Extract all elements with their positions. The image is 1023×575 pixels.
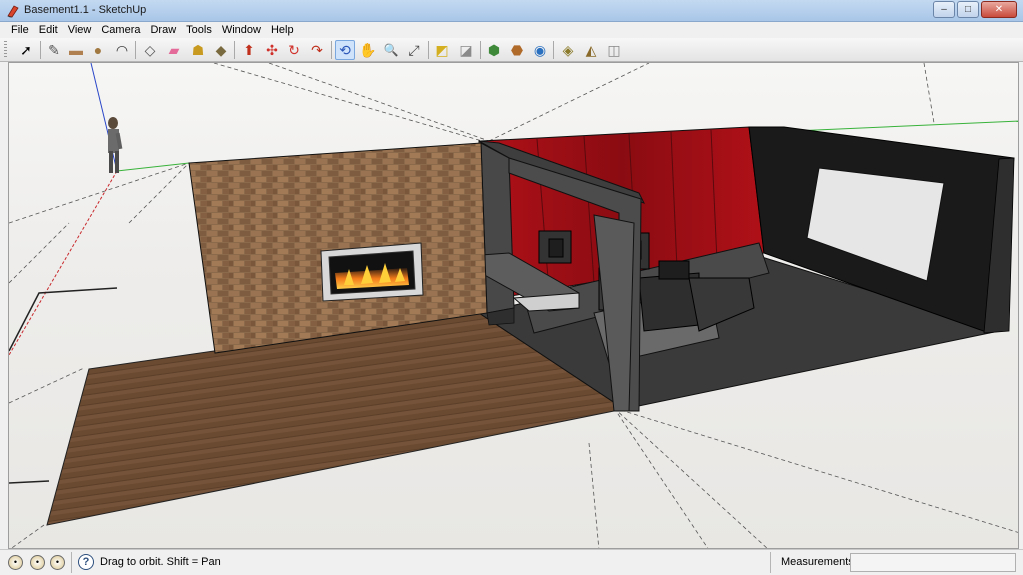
close-button[interactable]: ✕ (981, 1, 1017, 18)
scene-canvas[interactable] (9, 63, 1019, 549)
zoom-extents-icon: ⤢ (408, 42, 420, 58)
pencil-tool-button[interactable]: ✎ (44, 40, 64, 60)
pan-tool-button[interactable]: ✋ (358, 40, 378, 60)
eraser-icon: ▰ (168, 42, 180, 58)
zoom-icon: 🔍 (383, 43, 399, 57)
pencil-icon: ✎ (48, 42, 60, 58)
help-icon[interactable]: ? (78, 554, 94, 570)
menu-view[interactable]: View (63, 24, 97, 36)
terrain-icon: ◭ (585, 42, 597, 58)
toolbar-separator (331, 41, 332, 59)
component-icon: ◇ (144, 42, 156, 58)
current-view-icon: ◈ (562, 42, 574, 58)
rotate-icon: ↻ (288, 42, 300, 58)
arc-tool-button[interactable]: ◠ (112, 40, 132, 60)
menu-window[interactable]: Window (217, 24, 266, 36)
menu-help[interactable]: Help (266, 24, 299, 36)
rectangle-icon: ▬ (69, 42, 83, 58)
place-model-button[interactable]: ◫ (604, 40, 624, 60)
globe-icon: ◉ (533, 42, 547, 58)
geo-location-icon[interactable]: • (8, 555, 23, 570)
zoom-tool-button[interactable]: 🔍 (381, 40, 401, 60)
pan-hand-icon: ✋ (359, 42, 377, 58)
rectangle-tool-button[interactable]: ▬ (66, 40, 86, 60)
orbit-tool-button[interactable]: ⟲ (335, 40, 355, 60)
window-title: Basement1.1 - SketchUp (24, 4, 147, 16)
sketchup-app-icon (7, 5, 19, 18)
toolbar-separator (553, 41, 554, 59)
maximize-button[interactable]: □ (957, 1, 979, 18)
measurements-input[interactable] (850, 553, 1016, 572)
push-pull-button[interactable]: ⬆ (239, 40, 259, 60)
select-tool-button[interactable]: ➚ (16, 40, 36, 60)
zoom-extents-button[interactable]: ⤢ (404, 40, 424, 60)
place-model-icon: ◫ (607, 42, 621, 58)
rotate-tool-button[interactable]: ↻ (284, 40, 304, 60)
toolbar-separator (40, 41, 41, 59)
make-component-button[interactable]: ◇ (140, 40, 160, 60)
follow-me-button[interactable]: ↷ (307, 40, 327, 60)
circle-icon: ● (93, 42, 103, 58)
blue-axis (90, 63, 118, 172)
frame-right (1019, 62, 1023, 549)
push-pull-icon: ⬆ (243, 42, 255, 58)
status-divider (770, 552, 771, 573)
toolbar-grip[interactable] (4, 41, 7, 59)
edge-line-lower (9, 480, 50, 484)
previous-view-icon: ◩ (435, 42, 449, 58)
status-hint-text: Drag to orbit. Shift = Pan (100, 556, 221, 568)
tape-measure-icon: ☗ (191, 42, 205, 58)
status-bar: • • • ? Drag to orbit. Shift = Pan Measu… (0, 549, 1023, 575)
get-models-icon: ⬢ (487, 42, 501, 58)
toolbar-separator (135, 41, 136, 59)
user-icon[interactable]: • (50, 555, 65, 570)
arc-icon: ◠ (115, 42, 129, 58)
toggle-terrain-button[interactable]: ◭ (581, 40, 601, 60)
measurements-label: Measurements (781, 556, 854, 568)
orbit-icon: ⟲ (339, 42, 351, 58)
menu-bar: File Edit View Camera Draw Tools Window … (0, 22, 1023, 38)
eraser-tool-button[interactable]: ▰ (164, 40, 184, 60)
circle-tool-button[interactable]: ● (88, 40, 108, 60)
toolbar-separator (428, 41, 429, 59)
select-icon: ➚ (20, 42, 32, 58)
move-tool-button[interactable]: ✣ (262, 40, 282, 60)
google-earth-button[interactable]: ◉ (530, 40, 550, 60)
minimize-button[interactable]: – (933, 1, 955, 18)
paint-bucket-button[interactable]: ◆ (211, 40, 231, 60)
main-toolbar: ➚ ✎ ▬ ● ◠ ◇ ▰ ☗ ◆ ⬆ ✣ ↻ ↷ ⟲ ✋ 🔍 ⤢ ◩ ◪ ⬢ … (0, 38, 1023, 62)
move-icon: ✣ (266, 42, 278, 58)
paint-bucket-icon: ◆ (215, 42, 227, 58)
menu-camera[interactable]: Camera (96, 24, 145, 36)
next-view-button[interactable]: ◪ (456, 40, 476, 60)
menu-file[interactable]: File (6, 24, 34, 36)
scale-figure[interactable] (108, 117, 123, 173)
modeling-viewport[interactable] (8, 62, 1019, 549)
status-divider (71, 552, 72, 573)
title-bar: Basement1.1 - SketchUp – □ ✕ (0, 0, 1023, 22)
frame-left (0, 62, 8, 549)
next-view-icon: ◪ (459, 42, 473, 58)
toolbar-separator (480, 41, 481, 59)
share-model-icon: ⬣ (510, 42, 524, 58)
red-axis (9, 170, 118, 356)
get-current-view-button[interactable]: ◈ (558, 40, 578, 60)
menu-tools[interactable]: Tools (181, 24, 217, 36)
edge-line (9, 287, 118, 352)
follow-me-icon: ↷ (311, 42, 323, 58)
toolbar-separator (234, 41, 235, 59)
previous-view-button[interactable]: ◩ (432, 40, 452, 60)
menu-draw[interactable]: Draw (145, 24, 181, 36)
menu-edit[interactable]: Edit (34, 24, 63, 36)
credits-icon[interactable]: • (30, 555, 45, 570)
get-models-button[interactable]: ⬢ (484, 40, 504, 60)
share-model-button[interactable]: ⬣ (507, 40, 527, 60)
tape-measure-button[interactable]: ☗ (188, 40, 208, 60)
